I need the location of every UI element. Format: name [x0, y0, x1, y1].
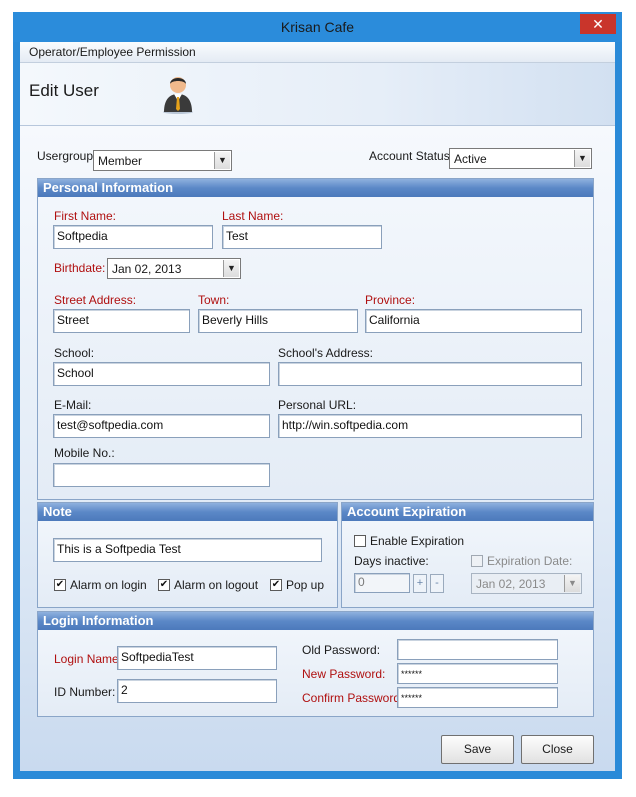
- alarm-login-label: Alarm on login: [70, 578, 147, 592]
- personal-url-label: Personal URL:: [278, 398, 357, 412]
- birthdate-picker[interactable]: Jan 02, 2013 ▼: [107, 258, 241, 279]
- days-inactive-field[interactable]: 0: [354, 573, 410, 593]
- town-field[interactable]: Beverly Hills: [198, 309, 358, 333]
- account-status-select[interactable]: Active ▼: [449, 148, 592, 169]
- expiration-date-picker[interactable]: Jan 02, 2013 ▼: [471, 573, 582, 594]
- note-field[interactable]: This is a Softpedia Test: [53, 538, 322, 562]
- title-bar[interactable]: Krisan Cafe ✕: [13, 12, 622, 42]
- login-name-field[interactable]: SoftpediaTest: [117, 646, 277, 670]
- email-field[interactable]: test@softpedia.com: [53, 414, 270, 438]
- new-password-label: New Password:: [302, 667, 386, 681]
- account-status-value: Active: [454, 152, 487, 166]
- chevron-down-icon: ▼: [214, 152, 230, 169]
- usergroup-label: Usergroup:: [37, 149, 97, 163]
- confirm-password-field[interactable]: ******: [397, 687, 558, 708]
- note-header: Note: [38, 503, 337, 521]
- personal-url-field[interactable]: http://win.softpedia.com: [278, 414, 582, 438]
- expiration-date-label: Expiration Date:: [487, 554, 573, 568]
- birthdate-label: Birthdate:: [54, 261, 106, 275]
- first-name-field[interactable]: Softpedia: [53, 225, 213, 249]
- expiration-date-checkbox[interactable]: [471, 555, 483, 567]
- days-inactive-label: Days inactive:: [354, 554, 429, 568]
- province-field[interactable]: California: [365, 309, 582, 333]
- login-name-label: Login Name:: [54, 652, 123, 666]
- save-button[interactable]: Save: [441, 735, 514, 764]
- menu-item-permission[interactable]: Operator/Employee Permission: [29, 45, 196, 59]
- note-group: Note This is a Softpedia Test ✔ Alarm on…: [37, 502, 338, 608]
- usergroup-select[interactable]: Member ▼: [93, 150, 232, 171]
- new-password-field[interactable]: ******: [397, 663, 558, 684]
- window-client: Operator/Employee Permission Edit User U…: [20, 42, 615, 771]
- user-avatar-icon: [163, 77, 193, 114]
- school-address-label: School's Address:: [278, 346, 374, 360]
- birthdate-value: Jan 02, 2013: [112, 262, 182, 276]
- province-label: Province:: [365, 293, 416, 307]
- id-number-field[interactable]: 2: [117, 679, 277, 703]
- popup-checkbox[interactable]: ✔: [270, 579, 282, 591]
- edit-user-panel: Usergroup: Member ▼ Account Status: Acti…: [20, 126, 615, 771]
- school-label: School:: [54, 346, 95, 360]
- alarm-logout-label: Alarm on logout: [174, 578, 259, 592]
- id-number-label: ID Number:: [54, 685, 116, 699]
- close-window-button[interactable]: ✕: [580, 14, 616, 34]
- last-name-field[interactable]: Test: [222, 225, 382, 249]
- town-label: Town:: [198, 293, 230, 307]
- mobile-label: Mobile No.:: [54, 446, 115, 460]
- login-information-group: Login Information Login Name: SoftpediaT…: [37, 611, 594, 717]
- page-title: Edit User: [29, 81, 99, 100]
- usergroup-value: Member: [98, 154, 143, 168]
- email-label: E-Mail:: [54, 398, 92, 412]
- enable-expiration-checkbox[interactable]: [354, 535, 366, 547]
- street-address-field[interactable]: Street: [53, 309, 190, 333]
- page-header: Edit User: [20, 63, 615, 126]
- personal-information-group: Personal Information First Name: Softped…: [37, 178, 594, 500]
- confirm-password-label: Confirm Password:: [302, 691, 404, 705]
- old-password-field[interactable]: [397, 639, 558, 660]
- expiration-date-value: Jan 02, 2013: [476, 577, 546, 591]
- chevron-down-icon: ▼: [574, 150, 590, 167]
- street-address-label: Street Address:: [54, 293, 137, 307]
- chevron-down-icon: ▼: [223, 260, 239, 277]
- account-expiration-group: Account Expiration Enable Expiration Day…: [341, 502, 594, 608]
- school-address-field[interactable]: [278, 362, 582, 386]
- login-information-header: Login Information: [38, 612, 593, 630]
- account-status-label: Account Status:: [369, 149, 454, 163]
- close-button[interactable]: Close: [521, 735, 594, 764]
- school-field[interactable]: School: [53, 362, 270, 386]
- personal-information-header: Personal Information: [38, 179, 593, 197]
- last-name-label: Last Name:: [222, 209, 284, 223]
- old-password-label: Old Password:: [302, 643, 381, 657]
- first-name-label: First Name:: [54, 209, 117, 223]
- mobile-field[interactable]: [53, 463, 270, 487]
- menu-bar: Operator/Employee Permission: [20, 42, 615, 63]
- days-decrease-button[interactable]: -: [430, 574, 444, 593]
- app-window: Krisan Cafe ✕ Operator/Employee Permissi…: [13, 12, 622, 779]
- chevron-down-icon: ▼: [564, 575, 580, 592]
- popup-label: Pop up: [286, 578, 325, 592]
- account-expiration-header: Account Expiration: [342, 503, 593, 521]
- days-increase-button[interactable]: +: [413, 574, 427, 593]
- alarm-login-checkbox[interactable]: ✔: [54, 579, 66, 591]
- window-title: Krisan Cafe: [280, 19, 355, 35]
- alarm-logout-checkbox[interactable]: ✔: [158, 579, 170, 591]
- enable-expiration-label: Enable Expiration: [370, 534, 465, 548]
